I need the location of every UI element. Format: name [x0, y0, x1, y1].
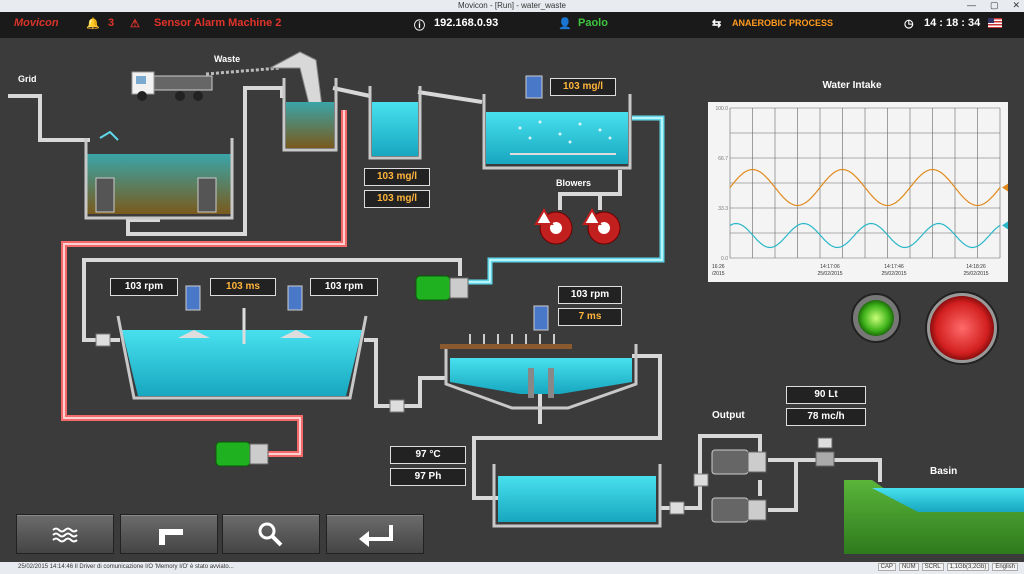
output-label: Output — [712, 410, 745, 421]
chart-x-tick-label: 16:26 — [712, 264, 725, 270]
alarm-message[interactable]: Sensor Alarm Machine 2 — [154, 17, 281, 29]
language-indicator[interactable]: English — [992, 563, 1018, 571]
warning-icon: ⚠ — [130, 18, 140, 30]
flag-icon[interactable] — [988, 18, 1002, 31]
chart-x-tick-label: /2015 — [712, 271, 725, 277]
mixer-2-speed: 103 rpm — [310, 278, 378, 296]
waves-icon — [52, 527, 78, 543]
buffer-concentration-b: 103 mg/l — [364, 190, 430, 208]
process-stage: Water Intake 100.0 66.7 33.3 0.0 16:26/2015… — [0, 38, 1024, 562]
chart-y-tick-label: 100.0 — [715, 106, 728, 112]
memory-indicator: 1,1Gb(3,2Gb) — [946, 563, 990, 571]
blower-1[interactable] — [534, 207, 573, 245]
output-tank — [492, 464, 662, 528]
clarifier-speed: 103 rpm — [558, 286, 622, 304]
pump-green-2[interactable] — [215, 441, 269, 467]
output-pump-2[interactable] — [711, 497, 767, 523]
clarifier-time: 7 ms — [558, 308, 622, 326]
blowers-label: Blowers — [556, 178, 592, 188]
chart-x-tick-label: 25/02/2015 — [881, 271, 906, 277]
enter-arrow-icon — [359, 525, 393, 547]
chart-x-tick-label: 14:17:46 — [884, 264, 904, 270]
buffer-tank — [368, 86, 422, 160]
chart-title: Water Intake — [822, 80, 882, 91]
chart-x-tick-label: 14:18:26 — [966, 264, 986, 270]
search-button[interactable] — [222, 514, 320, 554]
minimize-button[interactable]: — — [967, 0, 976, 11]
enter-button[interactable] — [326, 514, 424, 554]
mixing-basin — [116, 285, 368, 400]
num-indicator: NUM — [898, 563, 919, 571]
info-icon: ⓘ — [414, 20, 425, 32]
sensor-icon — [525, 75, 543, 99]
chart-x-tick-label: 25/02/2015 — [817, 271, 842, 277]
flow-reading: 78 mc/h — [786, 408, 866, 426]
process-name[interactable]: ANAEROBIC PROCESS — [732, 18, 833, 28]
temperature-reading: 97 °C — [390, 446, 466, 464]
close-button[interactable]: ✕ — [1012, 0, 1020, 11]
pump-green-1[interactable] — [415, 275, 469, 301]
faucet-button[interactable] — [120, 514, 218, 554]
window-titlebar: Movicon - [Run] - water_waste — ▢ ✕ — [0, 0, 1024, 12]
blower-2[interactable] — [582, 207, 621, 245]
caps-indicator: CAP — [877, 563, 896, 571]
clock-time: 14 : 18 : 34 — [924, 17, 981, 29]
maximize-button[interactable]: ▢ — [990, 0, 999, 11]
basin-label: Basin — [930, 466, 958, 477]
faucet-icon — [159, 529, 183, 545]
brand-logo: Movicon — [14, 17, 59, 29]
user-icon: 👤 — [558, 18, 572, 30]
output-pump-1[interactable] — [711, 449, 767, 475]
chart-y-tick-label: 33.3 — [718, 206, 728, 212]
water-intake-chart: Water Intake 100.0 66.7 33.3 0.0 16:26/2015… — [708, 80, 1008, 282]
grid-tank — [84, 130, 234, 220]
chart-y-tick-label: 0.0 — [721, 256, 728, 262]
bell-icon[interactable]: 🔔 — [86, 17, 100, 30]
ip-address: 192.168.0.93 — [434, 17, 499, 29]
swap-icon: ⇆ — [712, 18, 722, 30]
red-stop-button[interactable] — [925, 291, 999, 365]
scroll-indicator: SCRL — [921, 563, 944, 571]
status-bar: 25/02/2015 14:14:46 Il Driver di comunic… — [0, 562, 1024, 574]
waves-button[interactable] — [16, 514, 114, 554]
chart-y-tick-label: 66.7 — [718, 156, 728, 162]
clock-icon: ◷ — [904, 18, 914, 30]
green-indicator-lamp — [851, 293, 901, 343]
waste-label: Waste — [214, 54, 241, 64]
chart-x-tick-label: 25/02/2015 — [963, 271, 988, 277]
mixer-1-speed: 103 rpm — [110, 278, 178, 296]
mixer-2-icon — [287, 285, 303, 311]
buffer-concentration-a: 103 mg/l — [364, 168, 430, 186]
aeration-concentration: 103 mg/l — [550, 78, 616, 96]
user-name[interactable]: Paolo — [578, 17, 608, 29]
alarm-count: 3 — [108, 17, 115, 29]
basin-area — [844, 480, 1024, 554]
grid-label: Grid — [18, 74, 37, 84]
mixer-time: 103 ms — [210, 278, 276, 296]
status-message: 25/02/2015 14:14:46 Il Driver di comunic… — [18, 564, 234, 570]
mixer-1-icon — [185, 285, 201, 311]
volume-reading: 90 Lt — [786, 386, 866, 404]
truck-icon — [131, 71, 213, 101]
window-title: Movicon - [Run] - water_waste — [457, 1, 567, 10]
process-diagram: Water Intake 100.0 66.7 33.3 0.0 16:26/2015… — [8, 51, 1024, 554]
magnifier-icon — [258, 522, 283, 547]
ph-reading: 97 Ph — [390, 468, 466, 486]
header-bar: Movicon 🔔 3 ⚠ Sensor Alarm Machine 2 ⓘ 1… — [0, 12, 1024, 39]
chart-x-tick-label: 14:17:06 — [820, 264, 840, 270]
flowmeter-icon — [815, 437, 835, 467]
